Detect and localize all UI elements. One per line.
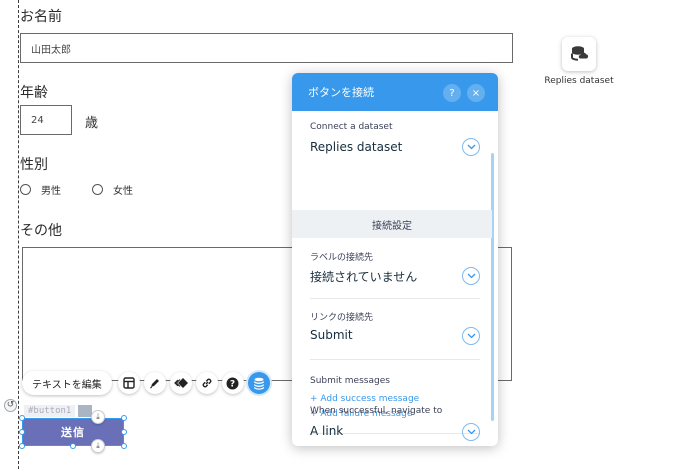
connect-dataset-value[interactable]: Replies dataset — [310, 140, 402, 154]
connection-settings-title: 接続設定 — [292, 210, 492, 238]
layout-guide-line — [18, 0, 19, 469]
panel-header: ボタンを接続 ? × — [292, 73, 498, 111]
resize-handle-left[interactable] — [19, 429, 25, 435]
element-toolbar: テキストを編集 ? — [22, 371, 274, 395]
pen-icon — [149, 379, 159, 389]
link-button[interactable] — [195, 372, 218, 394]
add-success-message-link[interactable]: + Add success message — [310, 394, 419, 404]
navigate-label: When successful, navigate to — [310, 406, 443, 416]
animation-button[interactable] — [169, 372, 192, 394]
age-input[interactable]: 24 — [20, 105, 72, 135]
layout-button[interactable] — [117, 372, 140, 394]
component-id-tag-extension — [78, 405, 92, 417]
radio-male-label: 男性 — [41, 186, 61, 197]
label-connects-to-dropdown[interactable] — [462, 267, 480, 285]
close-icon[interactable]: × — [467, 84, 485, 102]
connect-button-panel: ボタンを接続 ? × Connect a dataset Replies dat… — [292, 73, 498, 446]
resize-handle-right[interactable] — [121, 429, 127, 435]
dataset-element[interactable] — [562, 37, 596, 71]
gender-label: 性別 — [20, 157, 48, 173]
connect-dataset-dropdown[interactable] — [462, 138, 480, 156]
help-icon: ? — [226, 377, 239, 389]
label-connects-to-value[interactable]: 接続されていません — [310, 268, 417, 285]
stretch-down-icon[interactable]: ⤓ — [91, 410, 105, 424]
divider — [310, 359, 480, 360]
stretch-down-icon[interactable]: ⤓ — [91, 439, 105, 453]
radio-female-label: 女性 — [113, 186, 133, 197]
radio-female[interactable]: 女性 — [92, 182, 133, 197]
radio-circle-icon — [92, 184, 103, 195]
chevron-down-icon — [467, 144, 475, 150]
submit-messages-label: Submit messages — [310, 376, 390, 386]
animation-icon — [173, 378, 188, 388]
radio-male[interactable]: 男性 — [20, 182, 61, 197]
chevron-down-icon — [467, 273, 475, 279]
chevron-down-icon — [467, 429, 475, 435]
submit-button[interactable]: 送信 — [22, 418, 124, 446]
resize-handle-bottom-right[interactable] — [121, 443, 127, 449]
edit-text-button[interactable]: テキストを編集 — [22, 371, 112, 395]
resize-handle-bottom-left[interactable] — [19, 443, 25, 449]
layout-icon — [123, 377, 135, 389]
dataset-icon — [571, 46, 589, 61]
design-button[interactable] — [143, 372, 166, 394]
resize-handle-top-right[interactable] — [121, 415, 127, 421]
other-label: その他 — [20, 223, 62, 239]
navigate-dropdown[interactable] — [462, 423, 480, 441]
divider — [310, 298, 480, 299]
radio-circle-icon — [20, 184, 31, 195]
name-label: お名前 — [20, 9, 62, 25]
label-connects-to-label: ラベルの接続先 — [310, 253, 374, 263]
link-connects-to-dropdown[interactable] — [462, 327, 480, 345]
panel-title: ボタンを接続 — [308, 86, 374, 99]
dataset-label: Replies dataset — [544, 76, 614, 86]
link-connects-to-value[interactable]: Submit — [310, 328, 353, 342]
component-id-tag: #button1 — [24, 405, 76, 417]
panel-body: Connect a dataset Replies dataset 接続設定 ラ… — [292, 111, 498, 446]
database-icon — [253, 377, 264, 390]
help-button[interactable]: ? — [221, 372, 244, 394]
link-icon — [202, 378, 212, 388]
connect-dataset-label: Connect a dataset — [310, 122, 393, 132]
link-connects-to-label: リンクの接続先 — [310, 313, 374, 323]
age-label: 年齢 — [20, 85, 48, 101]
panel-scrollbar[interactable] — [491, 153, 494, 421]
resize-handle-bottom[interactable] — [70, 443, 76, 449]
connect-data-button[interactable] — [247, 372, 270, 394]
navigate-value[interactable]: A link — [310, 424, 343, 438]
chevron-down-icon — [467, 333, 475, 339]
resize-handle-top-left[interactable] — [19, 415, 25, 421]
age-unit-label: 歳 — [85, 116, 99, 131]
rotate-icon[interactable]: ↺ — [4, 399, 17, 412]
svg-text:?: ? — [230, 379, 235, 389]
help-icon[interactable]: ? — [443, 84, 461, 102]
name-input[interactable]: 山田太郎 — [20, 33, 513, 63]
